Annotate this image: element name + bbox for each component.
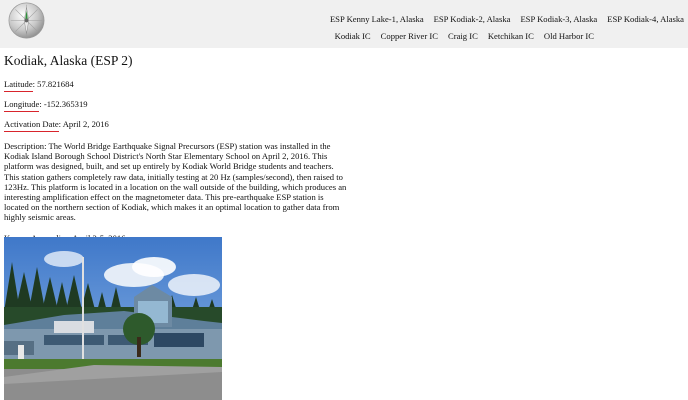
activation-date-label: Activation Date — [4, 119, 59, 132]
station-description: Description: The World Bridge Earthquake… — [4, 141, 347, 223]
activation-date-field: Activation Date: April 2, 2016 — [4, 119, 349, 132]
latitude-value: : 57.821684 — [32, 79, 74, 89]
page-title: Kodiak, Alaska (ESP 2) — [4, 53, 133, 68]
latitude-label: Latitude — [4, 79, 33, 92]
nav-link-esp-kodiak-2[interactable]: ESP Kodiak-2, Alaska — [434, 14, 511, 24]
latitude-field: Latitude: 57.821684 — [4, 79, 349, 92]
nav-link-esp-kenny-lake-1[interactable]: ESP Kenny Lake-1, Alaska — [330, 14, 424, 24]
nav-link-ketchikan-ic[interactable]: Ketchikan IC — [488, 31, 534, 41]
nav-link-esp-kodiak-3[interactable]: ESP Kodiak-3, Alaska — [520, 14, 597, 24]
header-bar: ESP Kenny Lake-1, Alaska ESP Kodiak-2, A… — [0, 0, 688, 48]
nav-link-kodiak-ic[interactable]: Kodiak IC — [335, 31, 371, 41]
station-details: Kodiak, Alaska (ESP 2) Latitude: 57.8216… — [4, 52, 349, 244]
school-building-photo — [4, 237, 222, 400]
nav-link-old-harbor-ic[interactable]: Old Harbor IC — [544, 31, 594, 41]
compass-logo-icon[interactable] — [8, 2, 45, 39]
activation-date-value: : April 2, 2016 — [58, 119, 109, 129]
nav-link-copper-river-ic[interactable]: Copper River IC — [381, 31, 438, 41]
nav-row-stations: ESP Kenny Lake-1, Alaska ESP Kodiak-2, A… — [320, 14, 684, 24]
nav-link-esp-kodiak-4[interactable]: ESP Kodiak-4, Alaska — [607, 14, 684, 24]
longitude-value: : -152.365319 — [39, 99, 88, 109]
longitude-field: Longitude: -152.365319 — [4, 99, 349, 112]
nav-row-ic: Kodiak IC Copper River IC Craig IC Ketch… — [325, 31, 594, 41]
nav-link-craig-ic[interactable]: Craig IC — [448, 31, 478, 41]
longitude-label: Longitude — [4, 99, 40, 112]
